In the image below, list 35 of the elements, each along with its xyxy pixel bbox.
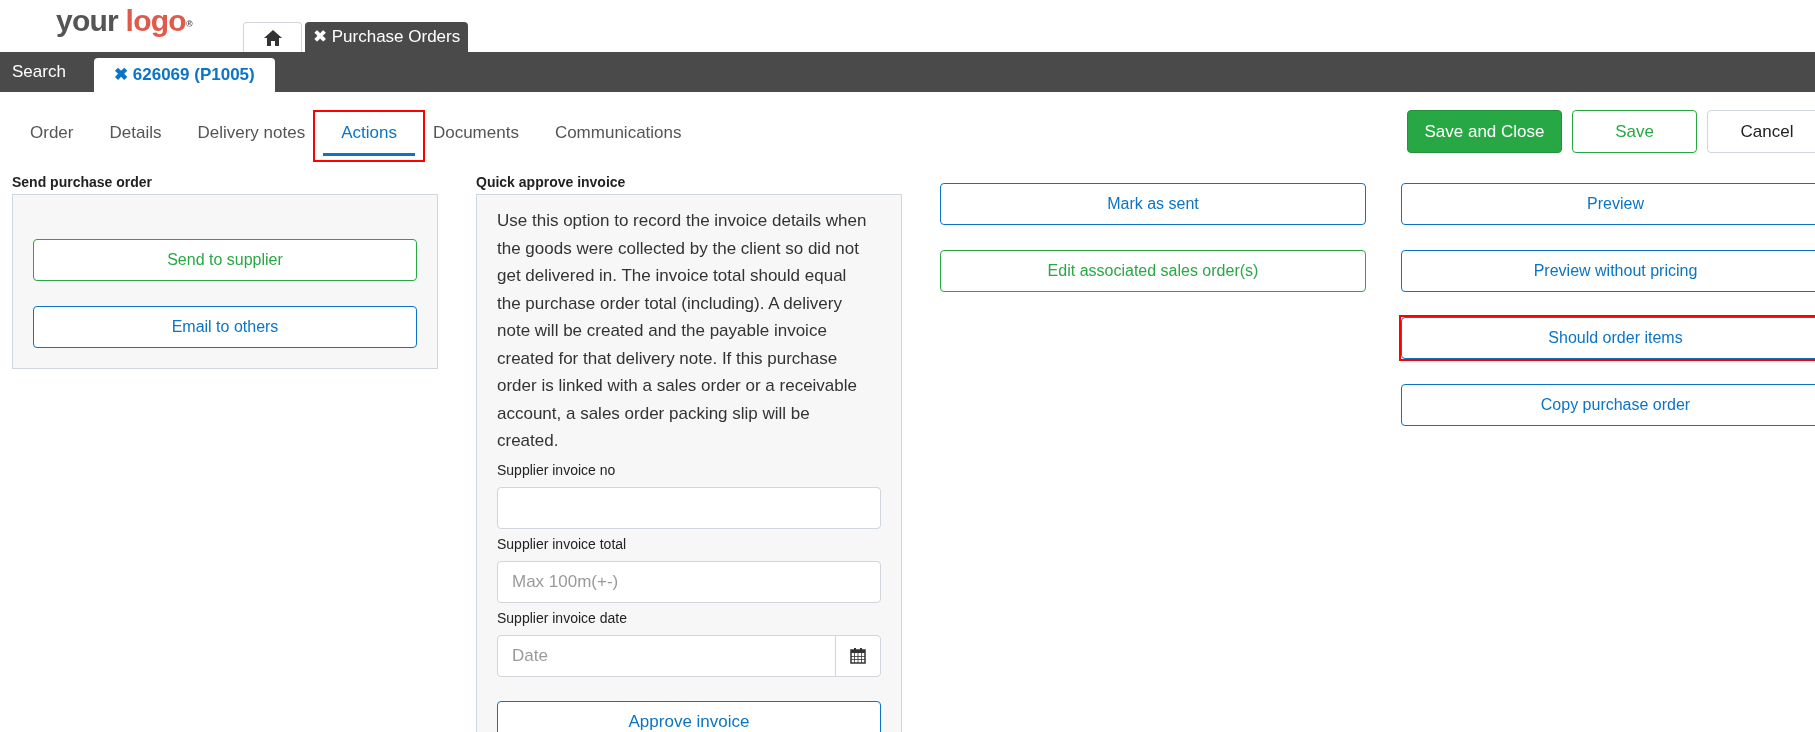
home-icon — [262, 28, 283, 47]
home-tab[interactable] — [243, 22, 302, 52]
action-button[interactable]: Edit associated sales order(s) — [940, 250, 1366, 292]
module-tab[interactable]: ✖ Purchase Orders — [305, 22, 469, 52]
calendar-icon — [850, 647, 866, 664]
search-link[interactable]: Search — [0, 59, 78, 85]
action-button[interactable]: Email to others — [33, 306, 417, 348]
nav-tab[interactable]: Order — [12, 112, 92, 156]
section-title: Send purchase order — [12, 173, 154, 192]
record-tab[interactable]: ✖ 626069 (P1005) — [93, 58, 275, 92]
action-button[interactable]: Copy purchase order — [1401, 384, 1815, 426]
toolbar-button[interactable]: Save and Close — [1407, 110, 1562, 153]
input-field[interactable]: Max 100m(+-) — [497, 560, 881, 603]
description-text: Use this option to record the invoice details when the goods were collected by the client so did not get delivered in. The invoice total should equal the purchase order total (including). A delivery note will be created and the payable invoice created for that delivery note. If this purchase order is linked with a sales order or a receivable account, a sales order packing slip will be created. — [497, 210, 868, 452]
nav-tab[interactable]: Delivery notes — [179, 112, 324, 156]
date-input[interactable]: Date — [498, 635, 835, 676]
nav-tab[interactable]: Documents — [414, 112, 537, 156]
nav-tab[interactable]: Actions — [323, 112, 415, 156]
approve-button[interactable]: Approve invoice — [497, 700, 881, 732]
action-button[interactable]: Preview without pricing — [1401, 250, 1815, 292]
nav-tab[interactable]: Details — [91, 112, 180, 156]
field-label: Supplier invoice date — [497, 608, 628, 628]
action-button[interactable]: Should order items — [1401, 317, 1815, 359]
toolbar-button[interactable]: Cancel — [1707, 110, 1815, 153]
input-field[interactable] — [497, 486, 881, 529]
action-button[interactable]: Send to supplier — [33, 239, 417, 281]
toolbar-button[interactable]: Save — [1572, 110, 1697, 153]
logo: your logo$^{®}$ — [56, 6, 192, 36]
nav-tab[interactable]: Communications — [536, 112, 700, 156]
section-title: Quick approve invoice — [476, 173, 627, 192]
field-label: Supplier invoice no — [497, 460, 617, 480]
action-button[interactable]: Preview — [1401, 183, 1815, 225]
action-button[interactable]: Mark as sent — [940, 183, 1366, 225]
date-field[interactable]: Date — [497, 634, 881, 677]
field-label: Supplier invoice total — [497, 534, 628, 554]
